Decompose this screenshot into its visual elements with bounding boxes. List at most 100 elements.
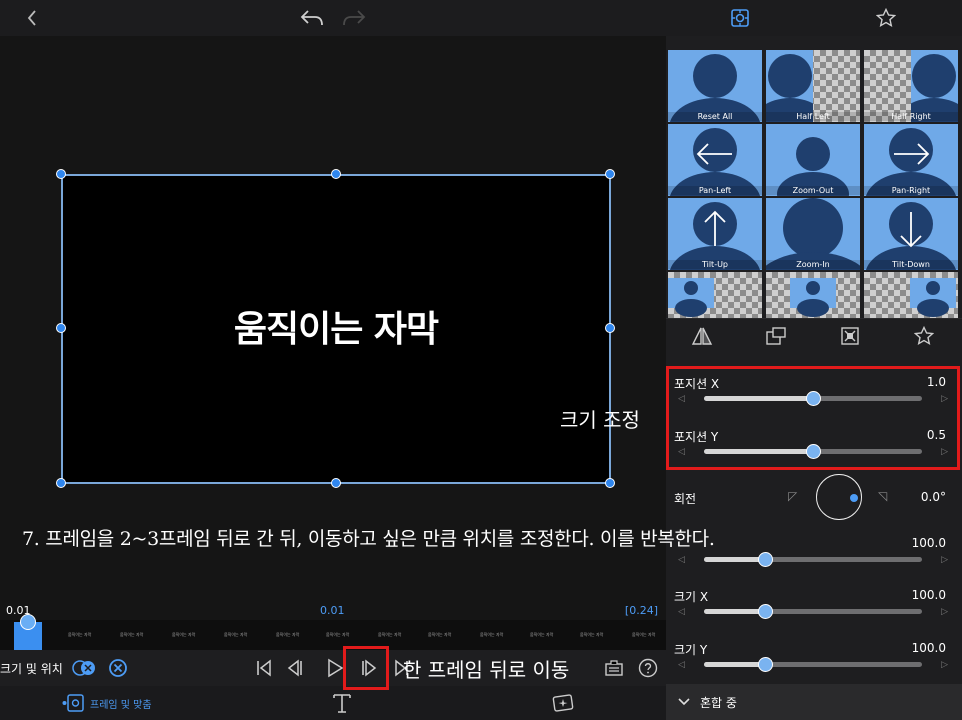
transform-tab-button[interactable] (726, 4, 754, 32)
help-button[interactable] (638, 656, 658, 680)
preset-extra-3[interactable] (864, 272, 958, 322)
scale-y-increase-icon[interactable]: ▷ (941, 660, 948, 670)
scale-slider[interactable] (704, 552, 922, 567)
preset-label: Half Left (766, 112, 860, 121)
preset-extra-1[interactable] (668, 272, 762, 322)
scale-increase-icon[interactable]: ▷ (941, 555, 948, 565)
scale-x-increase-icon[interactable]: ▷ (941, 607, 948, 617)
timeline-keyframe-label: 움직이는 자막 (632, 632, 656, 637)
preset-pan-right[interactable]: Pan-Right (864, 124, 958, 196)
play-button[interactable] (326, 656, 344, 680)
rotation-dial[interactable] (816, 474, 862, 520)
timeline-keyframe-label: 움직이는 자막 (68, 632, 92, 637)
timeline-keyframe-label: 움직이는 자막 (224, 632, 248, 637)
scale-x-slider-fill (704, 609, 766, 614)
keyframe-toggle-button[interactable] (72, 656, 98, 680)
video-preview[interactable]: 움직이는 자막 (0, 36, 666, 602)
preset-half-left[interactable]: Half Left (766, 50, 860, 122)
preset-zoom-out[interactable]: Zoom-Out (766, 124, 860, 196)
scale-y-label: 크기 Y (674, 643, 708, 657)
skip-start-icon (257, 659, 271, 677)
resize-handle-top-left[interactable] (56, 169, 66, 179)
scale-x-slider-knob[interactable] (758, 604, 774, 619)
resize-handle-top[interactable] (331, 169, 341, 179)
preset-label: Tilt-Up (668, 260, 762, 269)
highlight-next-frame-button (343, 646, 389, 690)
flip-button[interactable] (688, 323, 716, 349)
remove-keyframe-button[interactable] (108, 656, 128, 680)
previous-frame-icon (287, 659, 302, 677)
close-circle-icon (109, 659, 127, 677)
redo-button[interactable] (340, 4, 368, 32)
resize-handle-bottom[interactable] (331, 478, 341, 488)
undo-button[interactable] (298, 4, 326, 32)
preset-zoom-in[interactable]: Zoom-In (766, 198, 860, 270)
rotate-left-icon[interactable]: ◸ (788, 489, 797, 503)
previous-frame-button[interactable] (286, 656, 306, 680)
preset-tilt-up[interactable]: Tilt-Up (668, 198, 762, 270)
preset-reset-all[interactable]: Reset All (668, 50, 762, 122)
scale-y-slider-knob[interactable] (758, 657, 774, 672)
scale-x-label: 크기 X (674, 590, 709, 604)
scale-x-decrease-icon[interactable]: ◁ (678, 607, 685, 617)
mode-label: 크기 및 위치 (0, 661, 63, 676)
resize-handle-left[interactable] (56, 323, 66, 333)
rotation-value: 0.0° (920, 490, 946, 504)
preset-tilt-down[interactable]: Tilt-Down (864, 198, 958, 270)
back-button[interactable] (18, 4, 46, 32)
clipboard-button[interactable] (604, 656, 624, 680)
bottom-tab-bar: 프레임 및 맞춤 (0, 686, 666, 720)
panel-toolbar (666, 318, 962, 352)
timeline-playhead[interactable] (20, 614, 36, 630)
resize-handle-bottom-right[interactable] (605, 478, 615, 488)
scale-slider-knob[interactable] (758, 552, 774, 567)
preset-label: Zoom-In (766, 260, 860, 269)
scale-decrease-icon[interactable]: ◁ (678, 555, 685, 565)
jump-to-start-button[interactable] (254, 656, 274, 680)
timeline-keyframe-label: 움직이는 자막 (378, 632, 402, 637)
fit-frame-icon (841, 327, 859, 345)
preset-label: Tilt-Down (864, 260, 958, 269)
blend-label: 혼합 중 (700, 696, 737, 710)
tab-text[interactable] (332, 692, 352, 718)
undo-icon (300, 10, 323, 26)
text-icon (333, 694, 351, 713)
caption-frame[interactable]: 움직이는 자막 (61, 174, 611, 484)
timeline-keyframe-label: 움직이는 자막 (120, 632, 144, 637)
transform-icon (62, 694, 84, 712)
preset-extra-2[interactable] (766, 272, 860, 322)
next-frame-annotation: 한 프레임 뒤로 이동 (403, 658, 570, 682)
rotate-right-icon[interactable]: ◹ (878, 489, 887, 503)
star-icon (914, 326, 934, 346)
timeline-keyframe-label: 움직이는 자막 (530, 632, 554, 637)
rotation-label: 회전 (674, 492, 697, 506)
resize-annotation: 크기 조정 (560, 408, 640, 432)
scale-y-decrease-icon[interactable]: ◁ (678, 660, 685, 670)
scale-value: 100.0 (911, 536, 946, 550)
scale-y-slider[interactable] (704, 657, 922, 672)
resize-handle-top-right[interactable] (605, 169, 615, 179)
preset-half-right[interactable]: Half Right (864, 50, 958, 122)
keyframe-toggle-icon (72, 660, 95, 676)
timeline-keyframe-label: 움직이는 자막 (326, 632, 350, 637)
resize-handle-right[interactable] (605, 323, 615, 333)
scale-x-slider[interactable] (704, 604, 922, 619)
favorite-button[interactable] (872, 4, 900, 32)
fit-frame-button[interactable] (836, 323, 864, 349)
timeline[interactable]: 0.01 0.01 [0.24] 움직이는 자막 움직이는 자막 움직이는 자막 움직… (0, 602, 666, 650)
tab-frame-fit[interactable]: 프레임 및 맞춤 (62, 694, 152, 712)
preset-pan-left[interactable]: Pan-Left (668, 124, 762, 196)
rotate-frame-icon (766, 327, 786, 345)
highlight-position-controls (666, 366, 960, 470)
chevron-down-icon (678, 698, 690, 706)
tab-effects[interactable] (552, 693, 574, 717)
blend-section-header[interactable]: 혼합 중 (666, 684, 962, 720)
rotate-frame-button[interactable] (762, 323, 790, 349)
rotation-dial-knob[interactable] (850, 494, 858, 502)
preset-label: Reset All (668, 112, 762, 121)
preset-favorite-button[interactable] (910, 323, 938, 349)
timeline-keyframe-label: 움직이는 자막 (580, 632, 604, 637)
resize-handle-bottom-left[interactable] (56, 478, 66, 488)
preset-label: Pan-Right (864, 186, 958, 195)
timeline-current-time: 0.01 (320, 604, 345, 617)
